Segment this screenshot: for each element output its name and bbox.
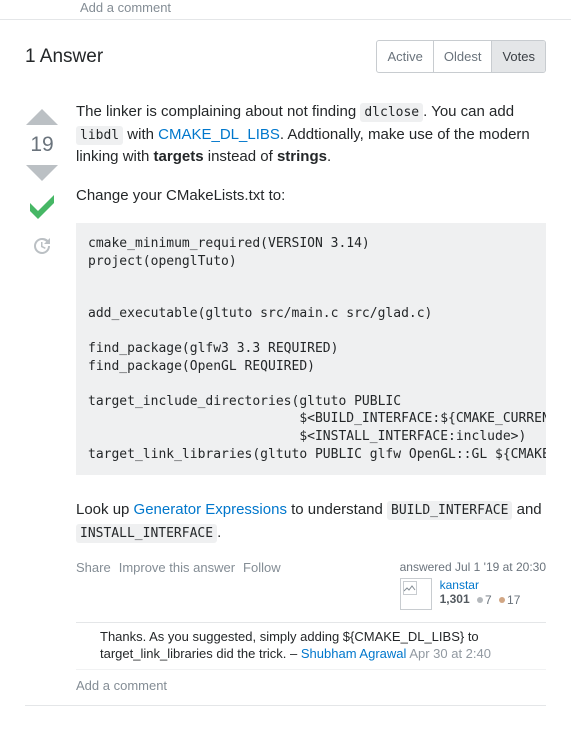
follow-link[interactable]: Follow (243, 560, 281, 610)
text: instead of (204, 148, 277, 165)
text: Look up (76, 501, 134, 518)
tab-oldest[interactable]: Oldest (433, 41, 492, 72)
inline-code: INSTALL_INTERFACE (76, 524, 217, 543)
post-menu: Share Improve this answer Follow answere… (76, 560, 546, 610)
code-block[interactable]: cmake_minimum_required(VERSION 3.14) pro… (76, 223, 546, 475)
inline-code: BUILD_INTERFACE (387, 501, 512, 520)
text-bold: strings (277, 148, 327, 165)
vote-cell: 19 (18, 101, 66, 701)
add-comment-link[interactable]: Add a comment (76, 670, 546, 701)
comment-author[interactable]: Shubham Agrawal (301, 646, 407, 661)
link-cmake-dl-libs[interactable]: CMAKE_DL_LIBS (158, 126, 280, 143)
link-generator-expressions[interactable]: Generator Expressions (134, 501, 287, 518)
user-reputation: 1,301 (440, 592, 470, 606)
answer-text: The linker is complaining about not find… (76, 101, 546, 544)
text: . (217, 524, 221, 541)
answer: 19 The linker is complaining about not f… (0, 85, 571, 701)
answered-time: answered Jul 1 '19 at 20:30 (400, 560, 546, 574)
bronze-count: 17 (507, 593, 520, 607)
sort-tabs: Active Oldest Votes (376, 40, 546, 73)
answers-header: 1 Answer Active Oldest Votes (0, 20, 571, 85)
vote-count: 19 (30, 133, 53, 157)
bronze-dot-icon (499, 597, 505, 603)
upvote-icon[interactable] (26, 109, 58, 125)
text: to understand (287, 501, 387, 518)
broken-image-icon (403, 581, 417, 595)
menu-links: Share Improve this answer Follow (76, 560, 281, 610)
divider (25, 705, 546, 706)
comment: Thanks. As you suggested, simply adding … (76, 623, 546, 670)
accepted-check-icon (24, 189, 60, 229)
post-body: The linker is complaining about not find… (66, 101, 546, 701)
share-link[interactable]: Share (76, 560, 111, 610)
text: The linker is complaining about not find… (76, 103, 360, 120)
user-name[interactable]: kanstar (440, 578, 521, 592)
improve-link[interactable]: Improve this answer (119, 560, 235, 610)
add-comment-top[interactable]: Add a comment (0, 0, 571, 20)
history-icon[interactable] (33, 237, 51, 259)
avatar[interactable] (400, 578, 432, 610)
text: and (512, 501, 541, 518)
text: . You can add (423, 103, 514, 120)
user-details: kanstar 1,301 7 17 (440, 578, 521, 610)
inline-code: libdl (76, 126, 123, 145)
answers-count: 1 Answer (25, 46, 103, 68)
silver-count: 7 (485, 593, 492, 607)
comment-time[interactable]: Apr 30 at 2:40 (409, 646, 491, 661)
silver-badge: 7 (477, 593, 492, 607)
bronze-badge: 17 (499, 593, 520, 607)
text: Change your CMakeLists.txt to: (76, 185, 546, 208)
dash: – (290, 646, 301, 661)
tab-active[interactable]: Active (377, 41, 432, 72)
comments-section: Thanks. As you suggested, simply adding … (76, 622, 546, 701)
inline-code: dlclose (360, 103, 423, 122)
silver-dot-icon (477, 597, 483, 603)
user-info: answered Jul 1 '19 at 20:30 kanstar 1,30… (400, 560, 546, 610)
tab-votes[interactable]: Votes (491, 41, 545, 72)
downvote-icon[interactable] (26, 165, 58, 181)
text: with (123, 126, 158, 143)
text: . (327, 148, 331, 165)
text-bold: targets (154, 148, 204, 165)
